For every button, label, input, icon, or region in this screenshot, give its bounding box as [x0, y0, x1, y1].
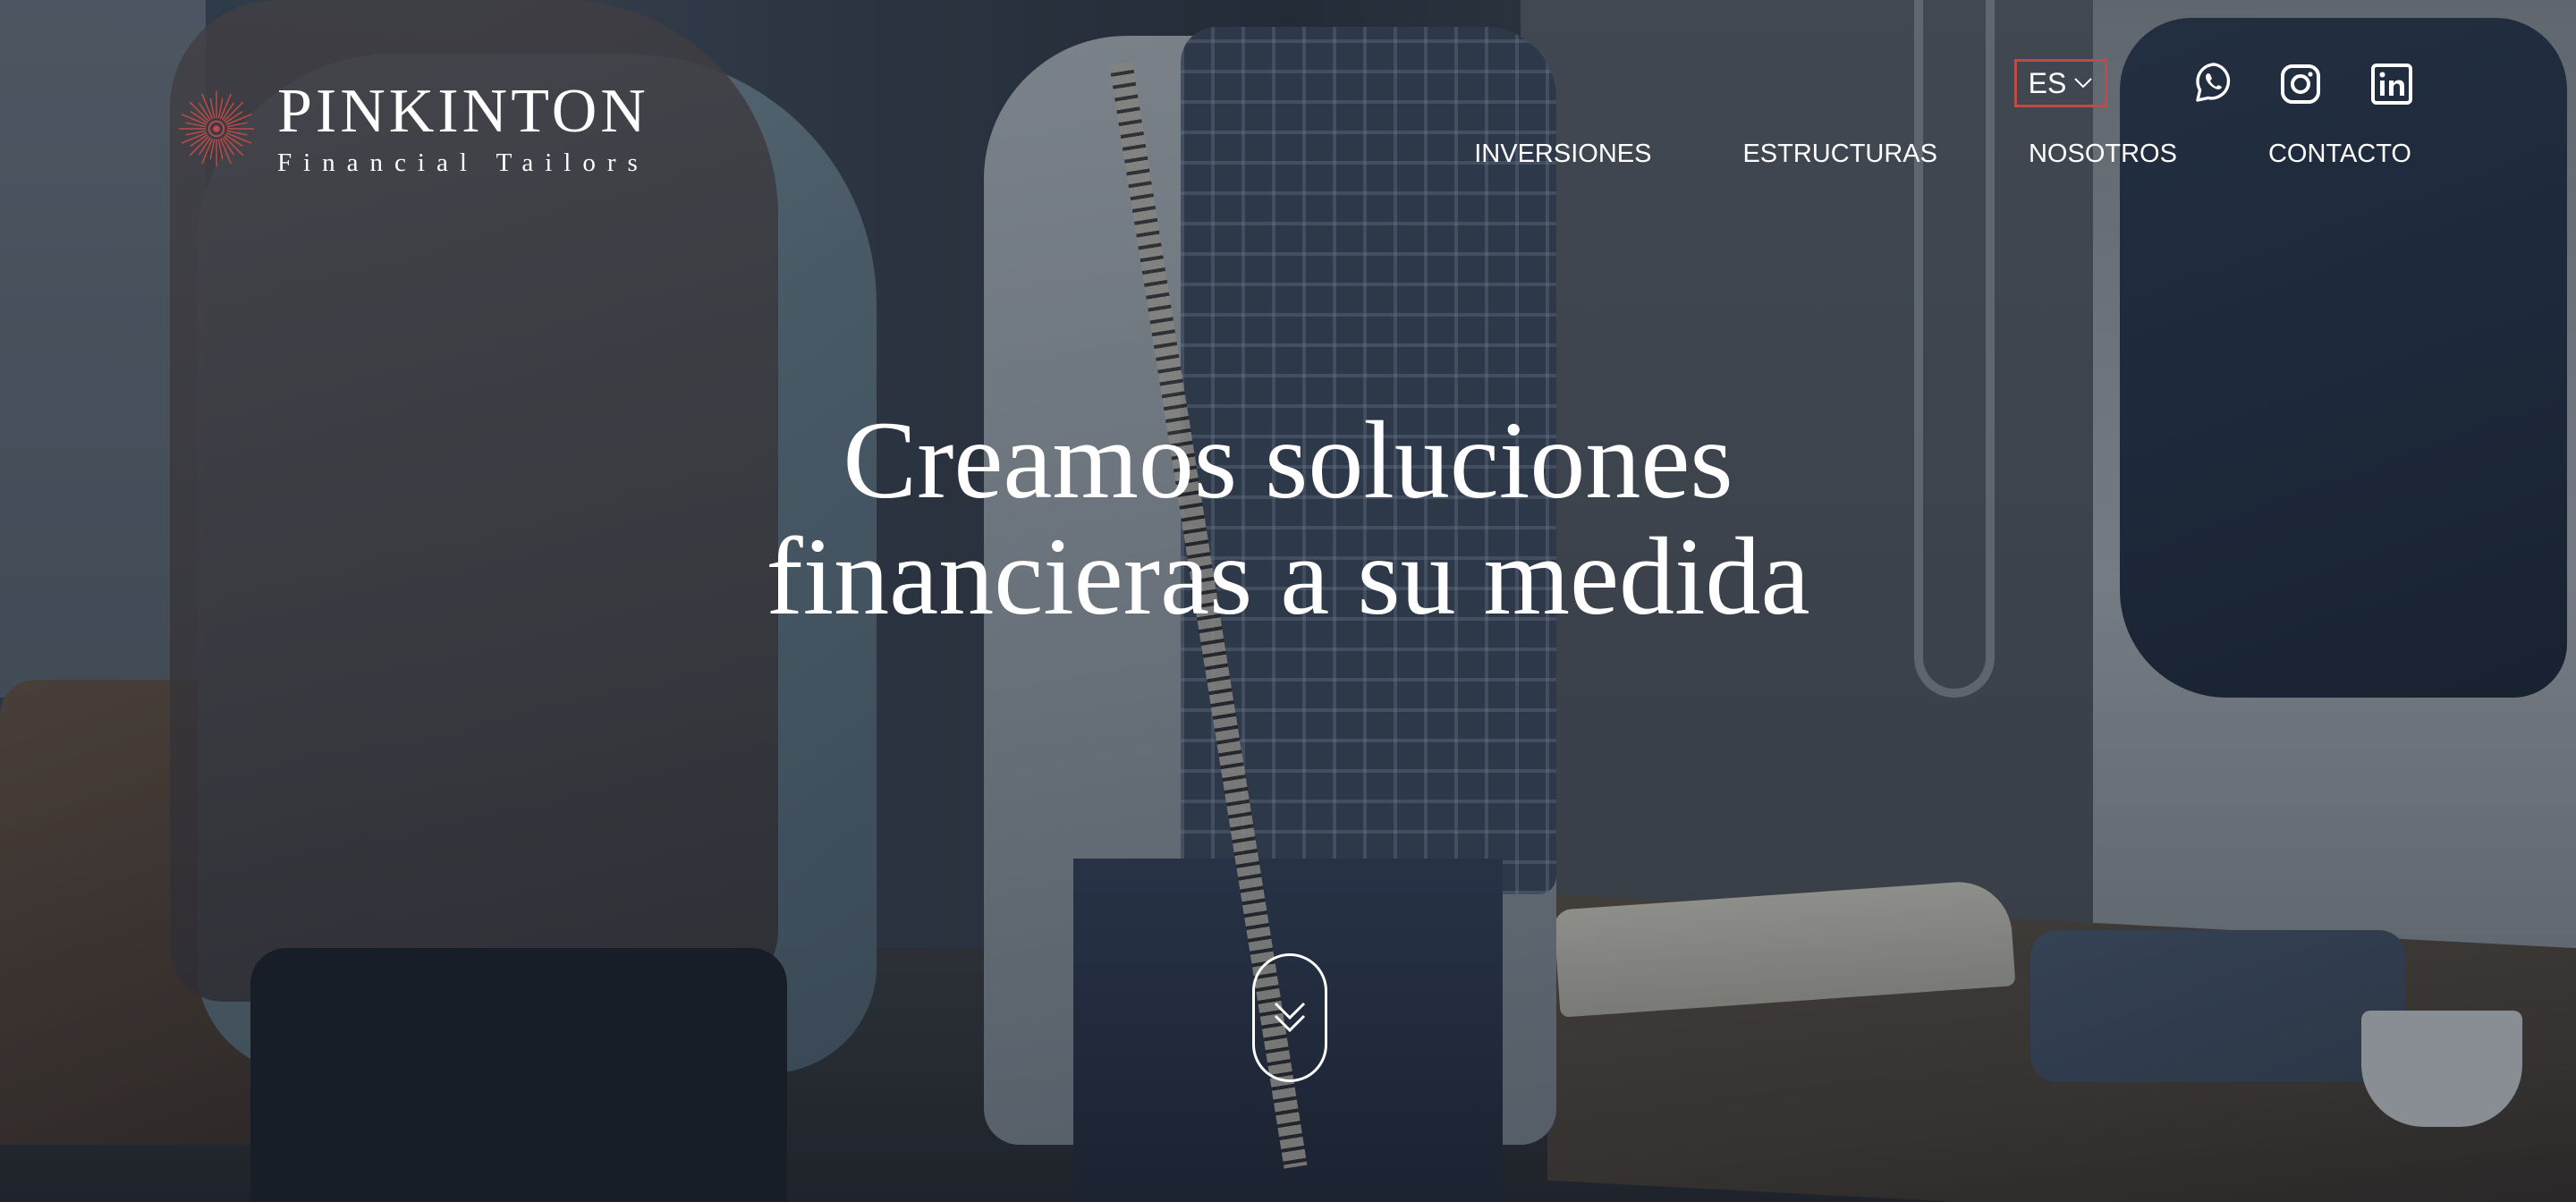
hero-title-line-1: Creamos soluciones: [843, 399, 1733, 521]
nav-item-estructuras[interactable]: ESTRUCTURAS: [1742, 140, 1937, 169]
hero-title: Creamos soluciones financieras a su medi…: [0, 402, 2576, 635]
nav-item-contacto[interactable]: CONTACTO: [2268, 140, 2411, 169]
hero-section: PINKINTON Financial Tailors ES INVERSION…: [0, 0, 2576, 1202]
scroll-down-button[interactable]: [1252, 953, 1327, 1082]
chevron-down-icon: [2074, 78, 2093, 89]
linkedin-icon[interactable]: [2370, 63, 2413, 106]
logo[interactable]: PINKINTON Financial Tailors: [175, 80, 649, 176]
main-nav: INVERSIONES ESTRUCTURAS NOSOTROS CONTACT…: [1474, 140, 2411, 169]
brand-tagline: Financial Tailors: [277, 148, 649, 177]
nav-item-nosotros[interactable]: NOSOTROS: [2029, 140, 2177, 169]
language-selected: ES: [2028, 66, 2067, 99]
sunburst-logo-icon: [178, 90, 255, 166]
brand-name: PINKINTON: [277, 77, 649, 146]
double-chevron-down-icon: [1274, 1002, 1306, 1033]
language-selector[interactable]: ES: [2014, 59, 2107, 107]
whatsapp-icon[interactable]: [2193, 61, 2236, 104]
logo-wordmark: PINKINTON Financial Tailors: [277, 80, 649, 176]
hero-title-line-2: financieras a su medida: [766, 515, 1810, 638]
instagram-icon[interactable]: [2279, 63, 2322, 106]
nav-item-inversiones[interactable]: INVERSIONES: [1474, 140, 1651, 169]
